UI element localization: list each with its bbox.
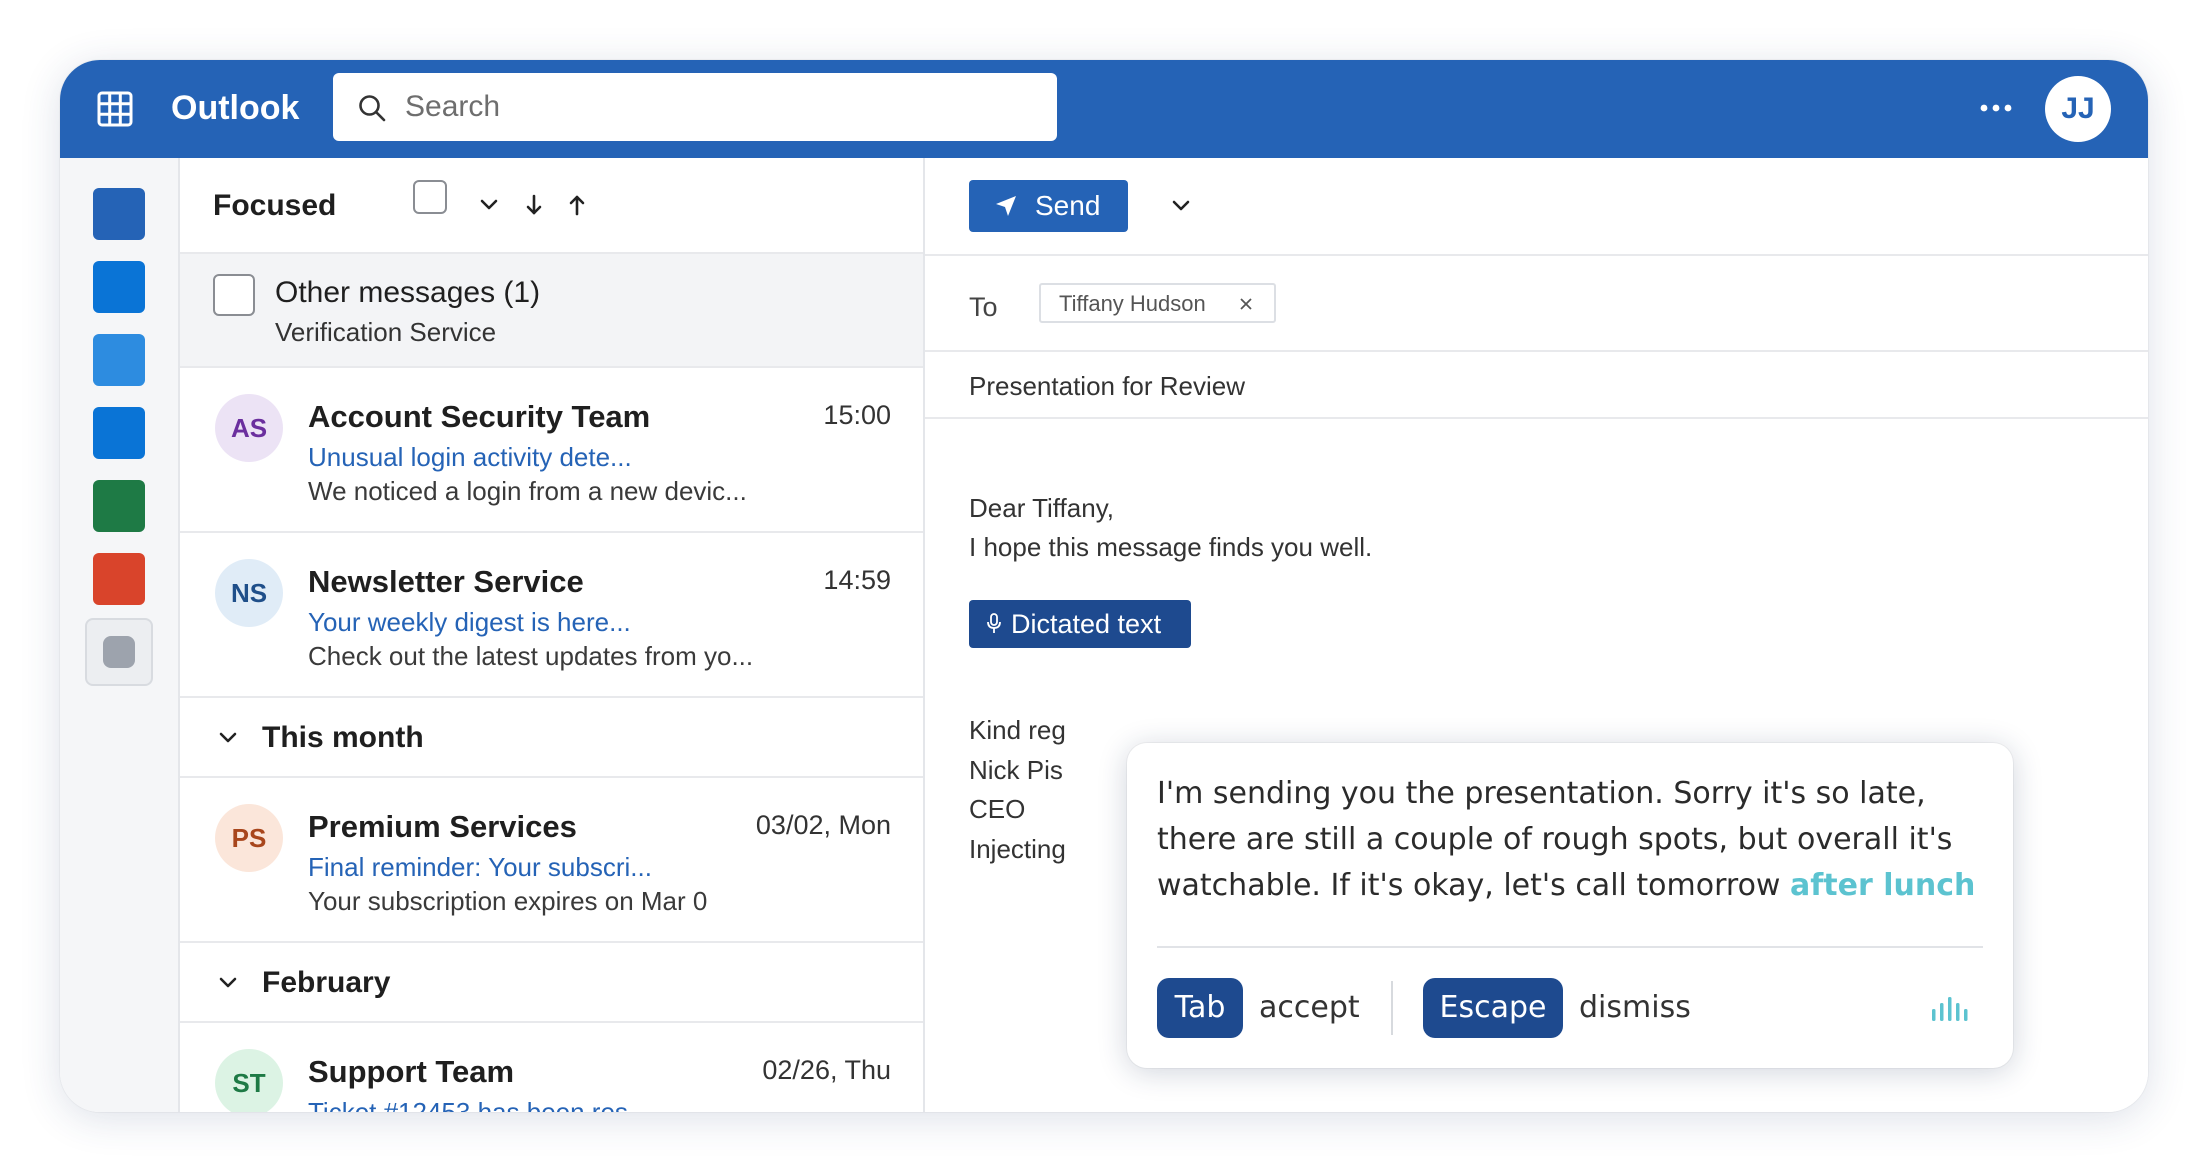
message-item[interactable]: ST Support Team 02/26, Thu Ticket #12453… [180,1023,923,1112]
group-header-february[interactable]: February [180,943,923,1023]
sender-name: Newsletter Service [308,564,584,599]
rail-excel-icon[interactable] [93,480,145,532]
divider [925,417,2148,419]
send-button[interactable]: Send [969,180,1128,232]
message-item[interactable]: AS Account Security Team 15:00 Unusual l… [180,368,923,533]
subject-field[interactable]: Presentation for Review [969,370,1245,402]
recipient-chip[interactable]: Tiffany Hudson [1039,283,1276,323]
list-header: Focused [180,158,923,254]
user-avatar[interactable]: JJ [2045,76,2111,142]
group-label: February [262,966,391,999]
escape-key-button[interactable]: Escape [1423,978,1563,1038]
microphone-icon [987,613,1001,633]
rail-powerpoint-icon[interactable] [93,553,145,605]
sender-avatar: ST [215,1049,283,1112]
message-item[interactable]: NS Newsletter Service 14:59 Your weekly … [180,533,923,698]
rail-todo-icon[interactable] [93,407,145,459]
message-subject: Final reminder: Your subscri... [308,852,652,882]
sender-avatar: AS [215,394,283,462]
message-time: 14:59 [823,565,891,595]
top-bar: Outlook JJ [60,60,2148,158]
dismiss-hint: dismiss [1579,990,1691,1025]
tab-key-button[interactable]: Tab [1157,978,1243,1038]
app-title: Outlook [171,89,300,127]
search-icon [359,95,386,122]
sender-name: Account Security Team [308,399,651,434]
search-input[interactable] [405,73,1035,141]
message-list: Focused Other messages (1) Verification … [180,158,925,1112]
send-options-chevron-icon[interactable] [1164,189,1198,223]
message-time: 03/02, Mon [755,810,891,840]
divider [925,350,2148,352]
other-messages-sender: Verification Service [275,317,497,347]
message-subject: Your weekly digest is here... [308,607,631,637]
divider [1391,981,1393,1035]
dictation-suggestion-popover: I'm sending you the presentation. Sorry … [1127,743,2013,1068]
sort-up-icon[interactable] [560,188,594,222]
accept-hint: accept [1259,990,1360,1025]
signature-line[interactable]: Injecting [969,833,1066,865]
dictated-text-badge: Dictated text [969,600,1191,648]
message-preview: Check out the latest updates from yo... [308,641,754,671]
app-launcher-icon[interactable] [97,91,133,127]
send-icon [996,196,1016,216]
recipient-name: Tiffany Hudson [1059,291,1206,316]
more-options-icon[interactable] [1976,93,2016,123]
send-label: Send [1035,190,1101,221]
sender-name: Premium Services [308,809,577,844]
chevron-down-icon [219,977,237,988]
sort-down-icon[interactable] [517,188,551,222]
sender-name: Support Team [308,1054,515,1089]
rail-calendar-icon[interactable] [93,261,145,313]
rail-mail-icon[interactable] [93,188,145,240]
other-messages-row[interactable]: Other messages (1) Verification Service [180,254,923,368]
message-time: 02/26, Thu [762,1055,891,1085]
focused-tab[interactable]: Focused [213,187,336,225]
sender-avatar: PS [215,804,283,872]
signature-line[interactable]: CEO [969,793,1025,825]
message-time: 15:00 [823,400,891,430]
search-box[interactable] [333,73,1057,141]
message-item[interactable]: PS Premium Services 03/02, Mon Final rem… [180,778,923,943]
chevron-down-icon[interactable] [472,188,506,222]
body-line[interactable]: I hope this message finds you well. [969,531,1372,563]
to-label: To [969,292,998,322]
group-label: This month [262,721,424,754]
divider [925,254,2148,256]
message-preview: We noticed a login from a new devic... [308,476,747,506]
other-messages-title: Other messages (1) [275,276,541,309]
remove-recipient-icon[interactable] [1238,296,1254,312]
audio-level-icon [1932,997,1968,1021]
group-header-this-month[interactable]: This month [180,698,923,778]
outlook-window: Outlook JJ Focused [60,60,2148,1112]
signature-line[interactable]: Kind reg [969,714,1066,746]
other-messages-checkbox[interactable] [213,274,255,316]
select-all-checkbox[interactable] [413,180,447,214]
rail-more-apps-icon[interactable] [85,618,153,686]
message-subject: Ticket #12453 has been res... [308,1097,650,1112]
message-preview: Your subscription expires on Mar 0 [308,886,708,916]
body-greeting[interactable]: Dear Tiffany, [969,492,1114,524]
sender-avatar: NS [215,559,283,627]
dictated-label: Dictated text [1011,609,1162,639]
message-subject: Unusual login activity dete... [308,442,632,472]
signature-line[interactable]: Nick Pis [969,754,1063,786]
suggestion-highlight: after lunch [1790,868,1976,903]
rail-people-icon[interactable] [93,334,145,386]
app-rail [60,158,180,1112]
suggestion-text: I'm sending you the presentation. Sorry … [1157,771,1997,909]
chevron-down-icon [219,732,237,743]
divider [1157,946,1983,948]
